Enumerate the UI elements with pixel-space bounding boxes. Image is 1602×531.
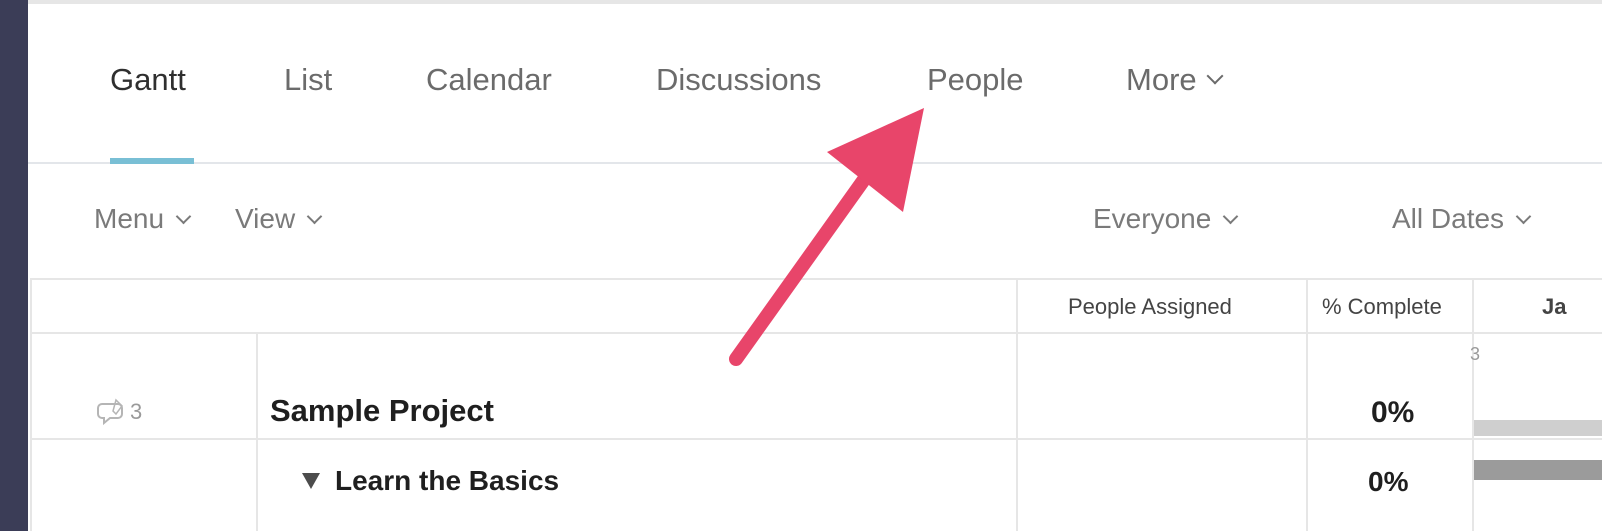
tab-discussions-label: Discussions <box>656 62 822 97</box>
tab-people-label: People <box>927 62 1024 97</box>
view-label: View <box>235 203 296 234</box>
column-people-assigned: People Assigned <box>1068 294 1232 319</box>
tab-gantt-label: Gantt <box>110 62 186 97</box>
grid-col-divider-complete <box>1306 280 1308 531</box>
project-percent-complete: 0% <box>1371 396 1415 429</box>
tab-calendar-label: Calendar <box>426 62 552 97</box>
column-percent-complete: % Complete <box>1322 294 1442 319</box>
timeline-date-tick: 3 <box>1470 344 1481 364</box>
chevron-down-icon <box>175 208 192 225</box>
task-group-percent-complete: 0% <box>1368 466 1409 497</box>
timeline-month-header: Ja <box>1542 294 1567 319</box>
all-dates-label: All Dates <box>1392 203 1505 234</box>
tab-list[interactable]: List <box>284 60 332 100</box>
left-rail <box>0 0 28 531</box>
grid-col-divider-timeline <box>1472 280 1474 531</box>
tab-more[interactable]: More <box>1126 60 1224 100</box>
comment-count[interactable]: 3 <box>96 398 142 426</box>
tab-people[interactable]: People <box>927 60 1024 100</box>
everyone-label: Everyone <box>1093 203 1212 234</box>
tab-more-label: More <box>1126 62 1197 97</box>
row-divider <box>30 438 1602 440</box>
chevron-down-icon <box>1223 208 1239 225</box>
active-tab-underline <box>110 158 194 164</box>
all-dates-filter[interactable]: All Dates <box>1392 203 1532 235</box>
tab-calendar[interactable]: Calendar <box>426 60 552 100</box>
view-dropdown[interactable]: View <box>235 203 323 235</box>
task-group-gantt-bar[interactable] <box>1474 460 1602 480</box>
task-group-title[interactable]: Learn the Basics <box>335 465 559 497</box>
grid-col-divider-people <box>1016 280 1018 531</box>
project-title[interactable]: Sample Project <box>270 393 494 429</box>
chevron-down-icon <box>1206 67 1224 85</box>
gantt-grid: People Assigned % Complete Ja 3 3 Sample… <box>30 278 1602 531</box>
caret-down-icon[interactable] <box>302 473 320 489</box>
tab-bar: Gantt List Calendar Discussions People M… <box>28 0 1602 164</box>
tab-discussions[interactable]: Discussions <box>656 60 821 100</box>
header-row-divider <box>30 332 1602 334</box>
menu-dropdown[interactable]: Menu <box>94 203 192 235</box>
grid-col-divider-name <box>256 334 258 531</box>
everyone-filter[interactable]: Everyone <box>1093 203 1239 235</box>
chevron-down-icon <box>306 208 323 225</box>
menu-label: Menu <box>94 203 165 234</box>
tab-gantt[interactable]: Gantt <box>110 60 186 100</box>
project-gantt-bar[interactable] <box>1474 420 1602 436</box>
comment-count-value: 3 <box>130 399 143 424</box>
chevron-down-icon <box>1515 208 1532 225</box>
tab-list-label: List <box>284 62 333 97</box>
grid-border-left <box>30 280 32 531</box>
comment-bubble-icon <box>97 398 123 426</box>
